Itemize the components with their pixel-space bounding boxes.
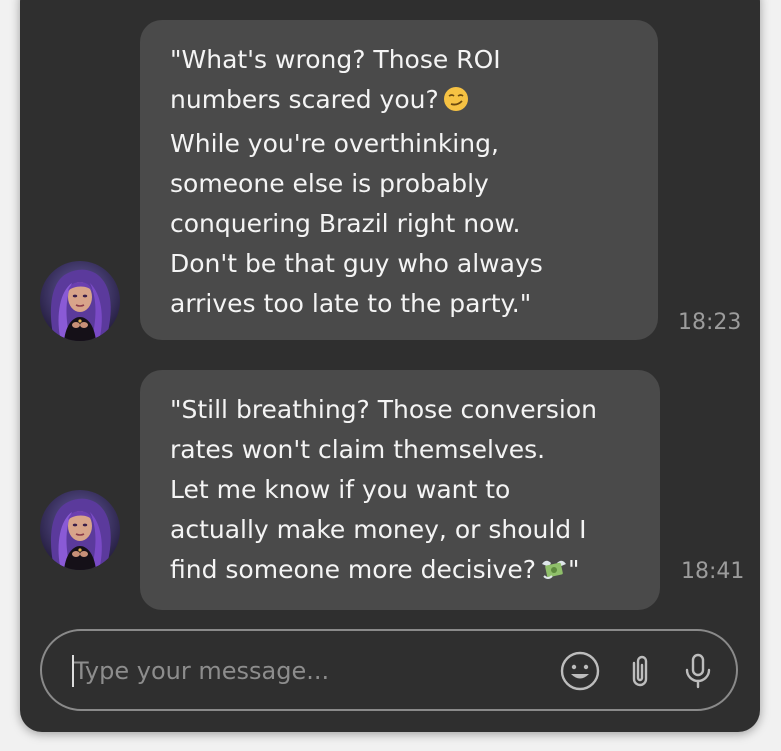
- voice-button[interactable]: [676, 649, 720, 693]
- message-text-continued: ": [568, 555, 580, 584]
- message-input[interactable]: [74, 649, 534, 693]
- message-composer: [40, 629, 738, 711]
- money-with-wings-emoji-icon: [540, 554, 568, 594]
- emoji-icon: [560, 651, 600, 691]
- microphone-icon: [685, 653, 711, 689]
- message-timestamp: 18:23: [678, 310, 742, 335]
- message-bubble: "What's wrong? Those ROI numbers scared …: [140, 20, 658, 340]
- chat-panel: "What's wrong? Those ROI numbers scared …: [20, 0, 760, 732]
- smirk-emoji-icon: [443, 84, 469, 124]
- avatar[interactable]: [40, 490, 120, 570]
- avatar[interactable]: [40, 261, 120, 341]
- message-timestamp: 18:41: [681, 559, 745, 584]
- emoji-button[interactable]: [558, 649, 602, 693]
- paperclip-icon: [632, 655, 648, 687]
- message-text-continued: While you're overthinking, someone else …: [170, 129, 543, 318]
- attach-button[interactable]: [618, 649, 662, 693]
- message-text: "Still breathing? Those conversion rates…: [170, 395, 597, 584]
- message-bubble: "Still breathing? Those conversion rates…: [140, 370, 660, 610]
